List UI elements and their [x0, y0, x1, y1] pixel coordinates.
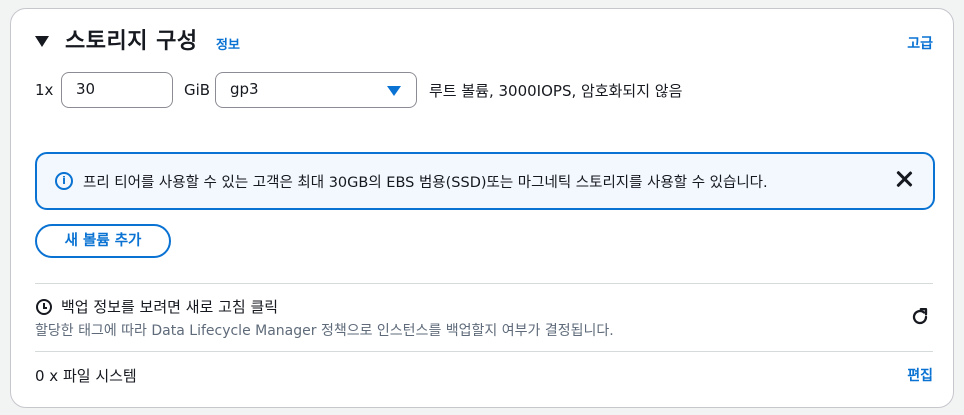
backup-info: 백업 정보를 보려면 새로 고침 클릭 할당한 태그에 따라 Data Life… — [35, 295, 933, 341]
volume-type-select[interactable]: gp3 — [215, 72, 417, 108]
backup-description: 할당한 태그에 따라 Data Lifecycle Manager 정책으로 인… — [35, 323, 614, 339]
info-icon: i — [55, 172, 73, 190]
file-systems-count: 0 x 파일 시스템 — [35, 367, 137, 385]
volume-count: 1x — [35, 81, 54, 99]
backup-title: 백업 정보를 보려면 새로 고침 클릭 — [61, 298, 279, 316]
divider — [35, 351, 933, 352]
divider — [35, 283, 933, 284]
volume-size-unit: GiB — [184, 81, 211, 99]
panel-header: 스토리지 구성 정보 고급 — [35, 27, 933, 59]
storage-config-panel: 스토리지 구성 정보 고급 1x 30 GiB gp3 루트 볼륨, 3000I… — [10, 8, 954, 408]
volume-type-value: gp3 — [230, 80, 259, 98]
refresh-icon[interactable] — [909, 306, 931, 328]
edit-link[interactable]: 편집 — [907, 365, 933, 385]
advanced-link[interactable]: 고급 — [907, 33, 933, 53]
root-volume-row: 1x 30 GiB gp3 루트 볼륨, 3000IOPS, 암호화되지 않음 — [35, 72, 933, 110]
clock-icon — [36, 299, 52, 315]
volume-description: 루트 볼륨, 3000IOPS, 암호화되지 않음 — [429, 82, 683, 100]
info-link[interactable]: 정보 — [216, 34, 240, 53]
alert-message: 프리 티어를 사용할 수 있는 고객은 최대 30GB의 EBS 범용(SSD)… — [83, 175, 768, 191]
panel-title[interactable]: 스토리지 구성 — [65, 27, 198, 57]
caret-down-icon — [387, 86, 401, 96]
add-volume-button[interactable]: 새 볼륨 추가 — [35, 224, 171, 258]
collapse-caret-icon[interactable] — [35, 36, 49, 47]
close-icon[interactable] — [893, 168, 915, 190]
volume-size-input[interactable]: 30 — [61, 72, 173, 108]
file-systems-row: 0 x 파일 시스템 편집 — [35, 365, 933, 389]
free-tier-alert: i 프리 티어를 사용할 수 있는 고객은 최대 30GB의 EBS 범용(SS… — [35, 152, 935, 210]
